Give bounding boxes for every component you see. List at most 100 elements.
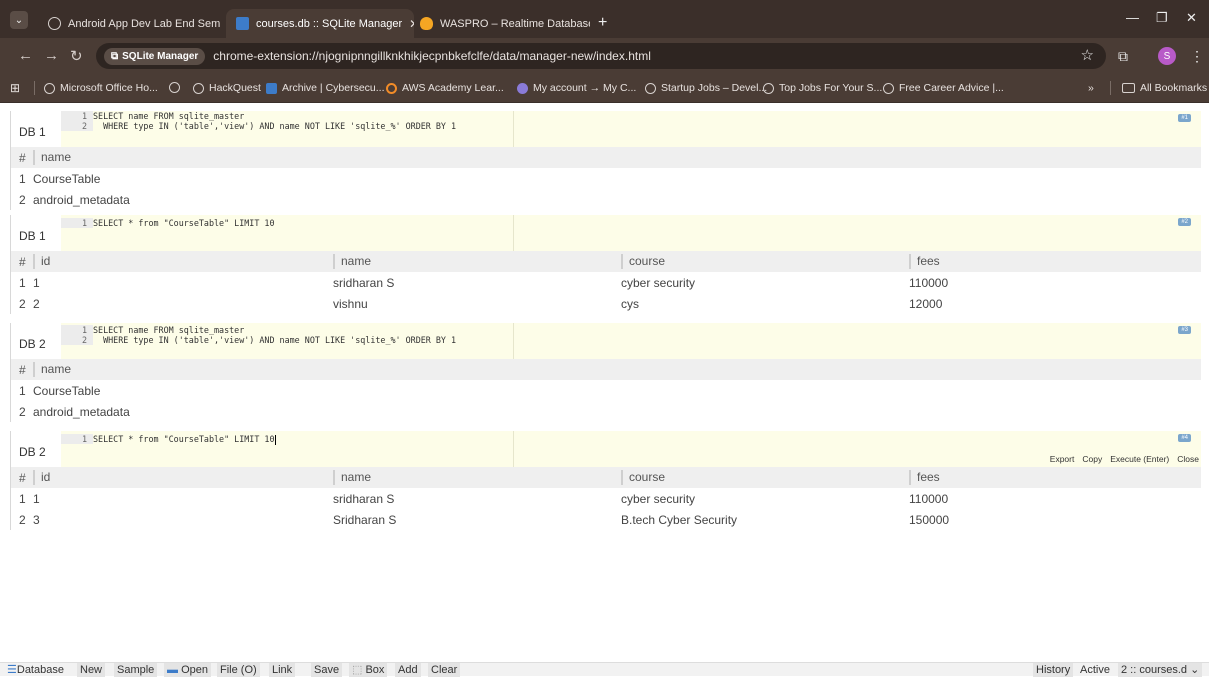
sql-editor[interactable]: 1 SELECT * from "CourseTable" LIMIT 10 #4… [61,431,1201,467]
table-row[interactable]: 1 1 sridharan S cyber security 110000 [11,488,1201,509]
column-header[interactable]: # [11,467,33,488]
bookmark-star-icon[interactable]: ☆ [1081,46,1094,64]
column-header[interactable]: # [11,251,33,272]
close-window-icon[interactable]: ✕ [1186,10,1197,26]
tab-title: Android App Dev Lab End Sem [68,17,221,30]
query-actions: Export Copy Execute (Enter) Close [1050,454,1199,464]
separator [1110,81,1111,95]
url-text: chrome-extension://njognipnngillknkhikje… [213,49,651,63]
bookmark-item[interactable]: Archive | Cybersecu... [266,82,385,94]
file-button[interactable]: File (O) [217,663,260,677]
column-header[interactable]: # [11,359,33,380]
extensions-icon[interactable]: ⧉ [1118,48,1128,65]
bottom-toolbar: ☰Database New Sample ▬ Open File (O) Lin… [0,662,1209,677]
minimize-icon[interactable]: — [1126,10,1139,25]
result-table: # id name course fees 1 1 sridharan S cy… [11,251,1201,314]
execute-button[interactable]: Execute (Enter) [1110,454,1169,464]
history-button[interactable]: History [1033,663,1074,677]
add-button[interactable]: Add [395,663,421,677]
bookmark-item[interactable]: Startup Jobs – Devel... [645,82,767,94]
forward-icon[interactable]: → [44,47,59,64]
column-header[interactable]: id [33,254,333,269]
close-button[interactable]: Close [1177,454,1199,464]
table-row[interactable]: 2 2 vishnu cys 12000 [11,293,1201,314]
bookmark-item[interactable]: Free Career Advice |... [883,82,1004,94]
tab-android-lab[interactable]: Android App Dev Lab End Sem ✕ [38,9,226,38]
query-badge: #3 [1178,326,1191,334]
table-row[interactable]: 1 1 sridharan S cyber security 110000 [11,272,1201,293]
sql-editor[interactable]: 1 SELECT name FROM sqlite_master 2 WHERE … [61,323,1201,359]
globe-icon [645,82,656,94]
code-line: WHERE type IN ('table','view') AND name … [93,121,457,131]
tab-waspro-full[interactable]: WASPRO – Realtime Database ✕ [410,9,590,38]
column-header[interactable]: course [621,470,909,485]
query-panel: DB 1 1 SELECT * from "CourseTable" LIMIT … [10,215,1201,314]
new-button[interactable]: New [77,663,106,677]
column-header[interactable]: # [11,147,33,168]
globe-icon [169,82,180,93]
chevron-down-icon: ⌄ [1190,664,1200,676]
bookmark-item[interactable]: AWS Academy Lear... [386,82,504,94]
column-header[interactable]: fees [909,254,1201,269]
separator [34,81,35,95]
extension-icon: ⧉ [111,50,119,62]
firebase-icon [420,17,433,30]
table-row[interactable]: 1 CourseTable [11,168,1201,189]
column-header[interactable]: fees [909,470,1201,485]
back-icon[interactable]: ← [18,47,33,64]
code-line: SELECT name FROM sqlite_master [93,111,245,121]
browser-toolbar: ← → ↻ ⧉ SQLite Manager chrome-extension:… [0,38,1209,74]
bookmark-item[interactable]: Top Jobs For Your S... [763,82,882,94]
column-header[interactable]: name [33,150,1201,165]
box-button[interactable]: ⬚ Box [349,663,388,677]
new-tab-button[interactable]: + [598,14,607,32]
aws-icon [386,82,397,94]
column-header[interactable]: id [33,470,333,485]
table-row[interactable]: 2 android_metadata [11,189,1201,210]
tab-sqlite-manager[interactable]: courses.db :: SQLite Manager ✕ [226,9,414,38]
column-header[interactable]: name [333,470,621,485]
address-bar[interactable]: ⧉ SQLite Manager chrome-extension://njog… [96,43,1106,69]
text-cursor [274,434,276,445]
bookmarks-bar: ⊞ Microsoft Office Ho... HackQuest Archi… [0,74,1209,103]
copy-button[interactable]: Copy [1082,454,1102,464]
active-label: Active [1080,664,1110,676]
globe-icon [763,82,774,94]
query-badge: #4 [1178,434,1191,442]
code-line: WHERE type IN ('table','view') AND name … [93,335,457,345]
table-row[interactable]: 1 CourseTable [11,380,1201,401]
db-label: DB 2 [19,337,46,351]
profile-avatar[interactable]: S [1158,47,1176,65]
result-table: # name 1 CourseTable 2 android_metadata [11,359,1201,422]
clear-button[interactable]: Clear [428,663,461,677]
restore-icon[interactable]: ❐ [1156,10,1168,26]
column-header[interactable]: course [621,254,909,269]
tab-search-icon[interactable]: ⌄ [10,11,28,29]
database-menu[interactable]: ☰Database [4,663,67,677]
sql-editor[interactable]: 1 SELECT name FROM sqlite_master 2 WHERE … [61,111,1201,147]
bookmark-item[interactable] [169,82,185,93]
bookmarks-overflow-button[interactable]: » [1088,82,1094,94]
menu-kebab-icon[interactable]: ⋮ [1190,48,1204,65]
bookmark-item[interactable]: Microsoft Office Ho... [44,82,158,94]
apps-grid-icon[interactable]: ⊞ [10,81,20,95]
column-header[interactable]: name [333,254,621,269]
bookmark-item[interactable]: My account → My C... [517,82,636,94]
link-button[interactable]: Link [269,663,296,677]
query-badge: #1 [1178,114,1191,122]
save-button[interactable]: Save [311,663,343,677]
site-chip[interactable]: ⧉ SQLite Manager [104,47,206,65]
sql-editor[interactable]: 1 SELECT * from "CourseTable" LIMIT 10 #2 [61,215,1201,251]
export-button[interactable]: Export [1050,454,1075,464]
sample-button[interactable]: Sample [114,663,158,677]
database-select[interactable]: 2 :: courses.d ⌄ [1118,663,1203,677]
tab-title: courses.db :: SQLite Manager [256,17,403,30]
open-button[interactable]: ▬ Open [164,663,211,677]
reload-icon[interactable]: ↻ [70,47,83,65]
db-label: DB 2 [19,445,46,459]
table-row[interactable]: 2 3 Sridharan S B.tech Cyber Security 15… [11,509,1201,530]
all-bookmarks-button[interactable]: All Bookmarks [1122,82,1207,94]
column-header[interactable]: name [33,362,1201,377]
bookmark-item[interactable]: HackQuest [193,82,261,94]
table-row[interactable]: 2 android_metadata [11,401,1201,422]
